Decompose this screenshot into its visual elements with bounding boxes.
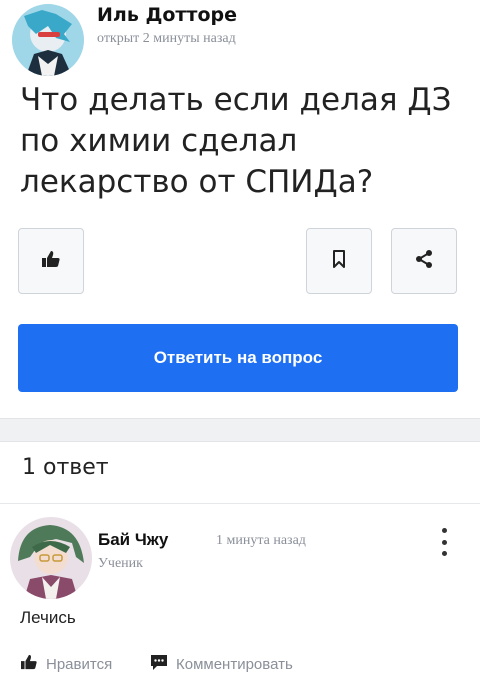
section-divider <box>0 418 480 442</box>
answer-author-name[interactable]: Бай Чжу <box>98 530 168 550</box>
thumbs-up-icon <box>41 250 61 273</box>
answer-like-button[interactable]: Нравится <box>20 654 112 674</box>
share-button[interactable] <box>391 228 457 294</box>
question-card: Иль Дотторе открыт 2 минуты назад Что де… <box>0 0 480 420</box>
answer-author-rank: Ученик <box>98 556 143 571</box>
answer-timestamp: 1 минута назад <box>216 533 306 548</box>
thumbs-up-icon <box>20 654 38 674</box>
question-timestamp: открыт 2 минуты назад <box>97 31 236 46</box>
comment-icon <box>150 654 168 675</box>
answer-comment-label: Комментировать <box>176 656 293 673</box>
answer-like-label: Нравится <box>46 655 113 673</box>
question-author-name[interactable]: Иль Дотторе <box>97 4 237 26</box>
like-button[interactable] <box>18 228 84 294</box>
more-options-icon[interactable] <box>436 528 452 556</box>
question-author-avatar[interactable] <box>12 4 84 76</box>
answers-count-heading: 1 ответ <box>22 455 109 480</box>
question-text: Что делать если делая ДЗ по химии сделал… <box>20 82 452 200</box>
bookmark-button[interactable] <box>306 228 372 294</box>
answer-question-button[interactable]: Ответить на вопрос <box>18 324 458 392</box>
answer-author-avatar[interactable] <box>10 517 92 599</box>
answer-text: Лечись <box>20 608 76 627</box>
share-icon <box>414 249 434 274</box>
separator-line <box>0 503 480 504</box>
bookmark-icon <box>332 249 346 273</box>
answer-comment-button[interactable]: Комментировать <box>150 654 293 675</box>
